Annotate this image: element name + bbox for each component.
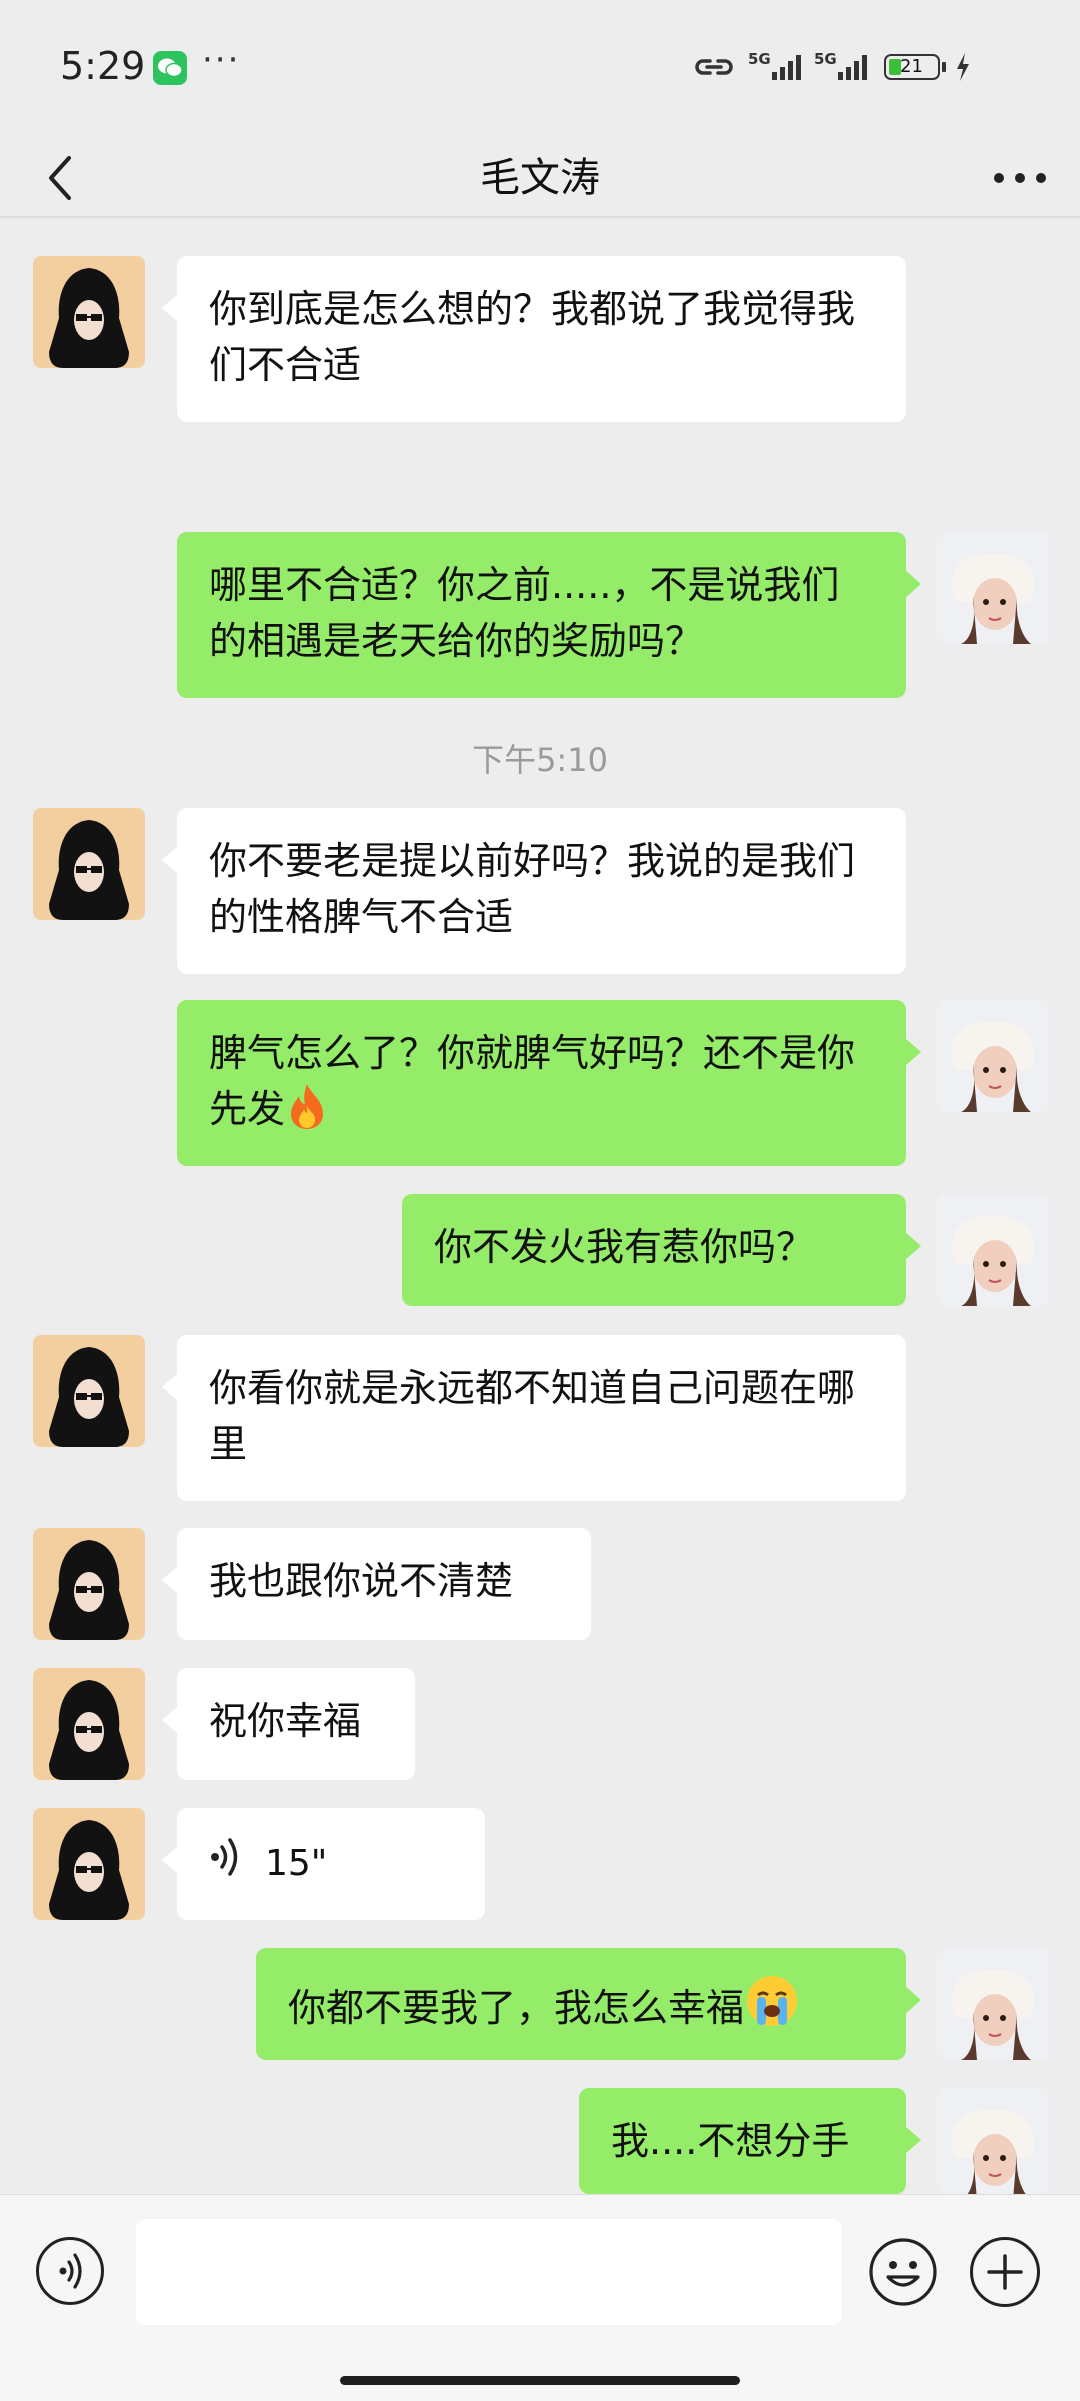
message-text: 你不要老是提以前好吗？我说的是我们的性格脾气不合适 xyxy=(209,839,856,939)
message-bubble-incoming[interactable]: 我也跟你说不清楚 xyxy=(162,1528,591,1640)
message-text: 你到底是怎么想的？我都说了我觉得我们不合适 xyxy=(209,287,856,387)
contact-avatar[interactable] xyxy=(33,1668,145,1780)
battery-level: 21 xyxy=(900,56,923,77)
more-actions-button[interactable] xyxy=(970,2237,1040,2307)
message-bubble-outgoing[interactable]: 哪里不合适？你之前.....，不是说我们的相遇是老天给你的奖励吗？ xyxy=(177,532,921,698)
my-avatar[interactable] xyxy=(937,532,1049,644)
message-text: 你都不要我了，我怎么幸福 xyxy=(288,1986,745,2030)
message-bubble-outgoing[interactable]: 脾气怎么了？你就脾气好吗？还不是你先发 xyxy=(177,1000,921,1166)
contact-avatar[interactable] xyxy=(33,256,145,368)
link-icon xyxy=(695,59,733,75)
more-horizontal-icon xyxy=(994,173,1046,183)
my-avatar[interactable] xyxy=(937,1000,1049,1112)
status-indicators: 5G 5G 21 xyxy=(692,48,1032,88)
input-bar xyxy=(0,2194,1080,2401)
header-divider xyxy=(0,216,1080,218)
message-bubble-incoming[interactable]: 你到底是怎么想的？我都说了我觉得我们不合适 xyxy=(162,256,906,422)
chat-header: 毛文涛 xyxy=(0,138,1080,218)
contact-avatar[interactable] xyxy=(33,1808,145,1920)
voice-wave-icon xyxy=(209,1836,243,1892)
message-bubble-outgoing[interactable]: 我....不想分手 xyxy=(579,2088,921,2194)
my-avatar[interactable] xyxy=(937,1948,1049,2060)
message-text: 我....不想分手 xyxy=(611,2119,850,2163)
message-text: 你不发火我有惹你吗？ xyxy=(434,1225,815,1269)
message-bubble-incoming[interactable]: 你不要老是提以前好吗？我说的是我们的性格脾气不合适 xyxy=(162,808,906,974)
emoji-button[interactable] xyxy=(868,2237,938,2307)
wechat-notification-icon xyxy=(153,51,187,85)
my-avatar[interactable] xyxy=(937,1194,1049,1306)
signal-strength-icon xyxy=(772,55,801,80)
message-text: 哪里不合适？你之前.....，不是说我们的相遇是老天给你的奖励吗？ xyxy=(209,563,840,663)
voice-input-button[interactable] xyxy=(36,2237,104,2305)
chat-title: 毛文涛 xyxy=(480,155,600,201)
status-bar: 5:29 ··· 5G 5G 21 xyxy=(0,0,1080,138)
voice-input-icon xyxy=(59,2253,82,2289)
charging-bolt-icon xyxy=(957,53,969,81)
my-avatar[interactable] xyxy=(937,2088,1049,2194)
signal-strength-icon-2 xyxy=(838,55,867,80)
voice-message-bubble[interactable]: 15" xyxy=(162,1808,485,1920)
contact-avatar[interactable] xyxy=(33,1528,145,1640)
timestamp: 下午5:10 xyxy=(472,741,608,779)
message-text: 祝你幸福 xyxy=(209,1699,362,1743)
message-text: 我也跟你说不清楚 xyxy=(209,1559,514,1603)
more-options-button[interactable] xyxy=(980,138,1060,218)
plus-icon xyxy=(987,2254,1023,2290)
message-bubble-outgoing[interactable]: 你不发火我有惹你吗？ xyxy=(402,1194,921,1306)
message-text: 你看你就是永远都不知道自己问题在哪里 xyxy=(209,1366,856,1466)
message-bubble-outgoing[interactable]: 你都不要我了，我怎么幸福 xyxy=(256,1948,921,2060)
fire-emoji xyxy=(285,1082,329,1145)
battery-icon: 21 xyxy=(884,54,940,80)
status-time: 5:29 xyxy=(60,44,146,88)
loudly-crying-emoji xyxy=(744,1973,800,2044)
message-bubble-incoming[interactable]: 你看你就是永远都不知道自己问题在哪里 xyxy=(162,1335,906,1501)
contact-avatar[interactable] xyxy=(33,808,145,920)
home-indicator[interactable] xyxy=(340,2376,740,2385)
status-more-dots: ··· xyxy=(202,40,241,80)
message-bubble-incoming[interactable]: 祝你幸福 xyxy=(162,1668,415,1780)
contact-avatar[interactable] xyxy=(33,1335,145,1447)
voice-duration: 15" xyxy=(265,1842,328,1884)
message-input[interactable] xyxy=(136,2219,842,2325)
emoji-icon xyxy=(869,2238,937,2306)
